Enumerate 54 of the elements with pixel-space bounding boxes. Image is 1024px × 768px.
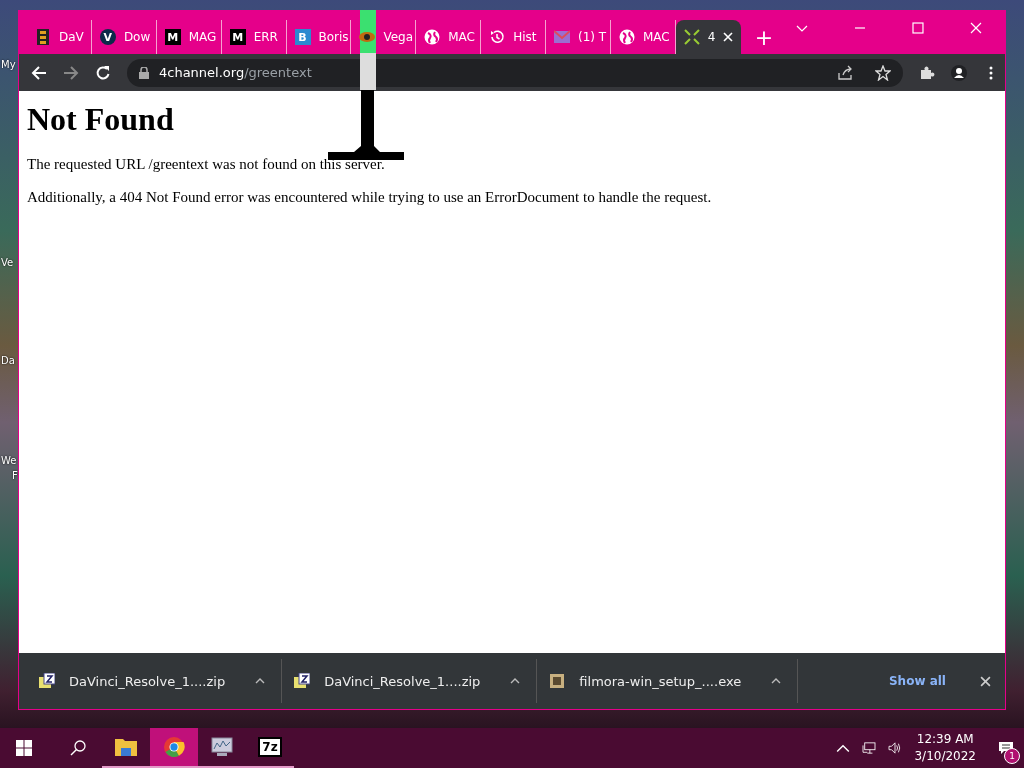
chevron-up-icon[interactable] — [836, 742, 851, 754]
close-icon[interactable] — [980, 675, 991, 687]
url-text: 4channel.org/greentext — [159, 65, 312, 80]
notification-badge: 1 — [1004, 748, 1020, 764]
puzzle-icon[interactable] — [919, 64, 935, 81]
address-bar[interactable]: 4channel.org/greentext — [127, 58, 903, 87]
new-tab-button[interactable]: + — [754, 25, 774, 50]
logo-icon: B — [294, 29, 311, 45]
forward-icon[interactable] — [63, 64, 79, 81]
desktop-icon-label[interactable]: Da — [1, 355, 15, 366]
taskbar-app[interactable]: 7z — [246, 728, 294, 768]
back-icon[interactable] — [31, 64, 47, 81]
logo-icon: M — [229, 29, 246, 45]
search-icon[interactable] — [70, 740, 86, 756]
installer-icon — [549, 673, 566, 689]
globe-icon — [424, 29, 441, 45]
caret-icon[interactable] — [771, 678, 782, 684]
desktop-icon-label[interactable]: My — [1, 59, 16, 70]
download-item[interactable]: DaVinci_Resolve_1....zip — [27, 659, 283, 703]
desktop-icon-label[interactable]: F — [12, 470, 18, 481]
error-message: The requested URL /greentext was not found on this server. — [27, 156, 386, 173]
caret-icon[interactable] — [510, 678, 521, 684]
clock-time[interactable]: 12:39 AM — [916, 731, 974, 748]
globe-icon — [618, 29, 635, 45]
logo-icon: M — [164, 29, 181, 45]
desktop-icon-label[interactable]: We — [1, 455, 17, 466]
show-all-link[interactable]: Show all — [882, 673, 952, 689]
desktop-icon-label[interactable]: Ve — [1, 257, 14, 268]
download-item[interactable]: DaVinci_Resolve_1....zip — [282, 659, 538, 703]
folder-icon — [115, 737, 137, 757]
maximize-icon[interactable] — [912, 22, 924, 34]
start-icon[interactable] — [16, 740, 32, 756]
chrome-icon — [163, 737, 185, 757]
lock-icon — [139, 66, 149, 79]
browser-tab[interactable]: 4 — [675, 20, 741, 54]
page-heading: Not Found — [27, 101, 174, 138]
film-icon — [35, 29, 51, 45]
download-item[interactable]: filmora-win_setup_....exe — [537, 659, 799, 703]
archive-icon — [294, 673, 311, 689]
logo-icon: V — [99, 29, 116, 45]
envelope-icon — [554, 29, 570, 45]
archive-icon — [39, 673, 55, 689]
caret-icon[interactable] — [255, 678, 266, 684]
volume-icon[interactable] — [888, 742, 903, 754]
reload-icon[interactable] — [95, 64, 111, 81]
clock-date[interactable]: 3/10/2022 — [914, 748, 976, 765]
arrows-icon — [683, 29, 700, 45]
profile-icon[interactable] — [951, 64, 967, 81]
error-message: Additionally, a 404 Not Found error was encountered while trying to use an ErrorDocument to handle the request. — [27, 189, 713, 206]
history-icon — [489, 29, 506, 45]
monitor-icon — [211, 737, 233, 757]
network-icon[interactable] — [862, 742, 877, 754]
share-icon[interactable] — [837, 64, 853, 81]
star-icon[interactable] — [875, 64, 891, 81]
